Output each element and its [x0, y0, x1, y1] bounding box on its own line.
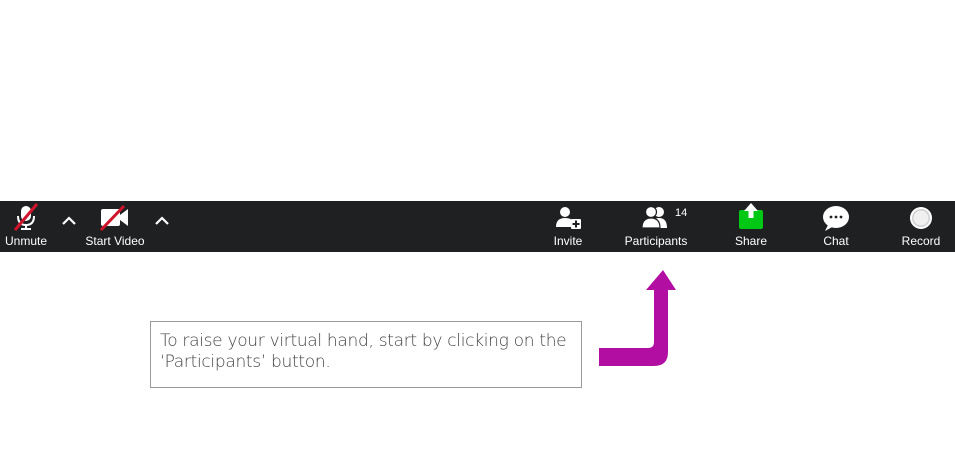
record-label: Record — [901, 234, 941, 248]
video-options-caret-icon[interactable] — [154, 213, 170, 227]
invite-label: Invite — [553, 234, 583, 248]
pointer-arrow — [596, 268, 680, 375]
instruction-callout: To raise your virtual hand, start by cli… — [150, 321, 582, 388]
share-label: Share — [734, 234, 768, 248]
video-camera-off-icon — [98, 201, 132, 231]
instruction-text: To raise your virtual hand, start by cli… — [160, 331, 567, 372]
unmute-label: Unmute — [4, 234, 48, 248]
participants-count-badge: 14 — [675, 207, 688, 219]
record-button[interactable]: Record — [899, 201, 943, 252]
invite-button[interactable]: Invite — [548, 201, 588, 252]
share-screen-icon — [736, 201, 766, 231]
unmute-button[interactable]: Unmute — [0, 201, 52, 252]
start-video-label: Start Video — [85, 234, 145, 248]
record-icon — [906, 201, 936, 231]
participants-icon — [638, 201, 674, 231]
microphone-muted-icon — [11, 201, 41, 231]
chat-button[interactable]: Chat — [816, 201, 856, 252]
meeting-toolbar: Unmute Start Video Invite Participants 1… — [0, 201, 955, 252]
share-button[interactable]: Share — [731, 201, 771, 252]
chat-bubble-icon — [821, 201, 851, 231]
participants-label: Participants — [624, 234, 688, 248]
audio-options-caret-icon[interactable] — [61, 213, 77, 227]
chat-label: Chat — [823, 234, 849, 248]
start-video-button[interactable]: Start Video — [84, 201, 146, 252]
add-user-icon — [553, 201, 583, 231]
